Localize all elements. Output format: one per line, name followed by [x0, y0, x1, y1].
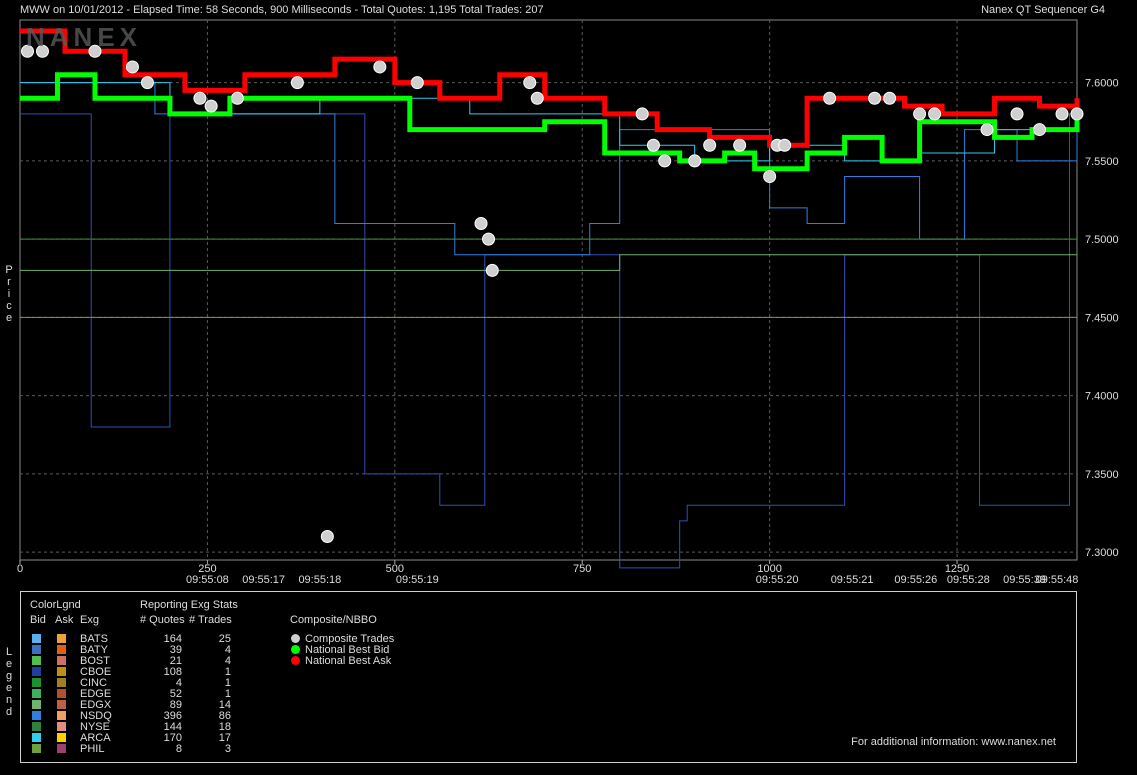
- composite-trade-point: [635, 107, 649, 121]
- watermark: NANEX: [26, 22, 143, 52]
- x-time-label: 09:55:19: [396, 574, 439, 586]
- legend-label-char: g: [5, 670, 13, 682]
- composite-trade-point: [883, 91, 897, 105]
- composite-trade-point: [410, 76, 424, 90]
- legend-ask-swatch: [57, 656, 66, 665]
- composite-trade-point: [913, 107, 927, 121]
- composite-trade-point: [646, 138, 660, 152]
- composite-trade-point: [778, 138, 792, 152]
- price-chart: 7.6000 7.5500 7.5000 7.4500 7.4000 7.3500 7.30…: [17, 19, 1119, 586]
- composite-trade-point: [140, 76, 154, 90]
- composite-trade-point: [482, 232, 496, 246]
- legend-bid-swatch: [32, 733, 41, 742]
- composite-trade-point: [474, 216, 488, 230]
- legend-composite-marker: [291, 645, 300, 654]
- legend-side-label: Legend: [3, 646, 15, 718]
- composite-trade-point: [530, 91, 544, 105]
- composite-trade-point: [980, 123, 994, 137]
- x-time-label: 09:55:17: [242, 574, 285, 586]
- legend-bid-swatch: [32, 634, 41, 643]
- x-time-label: 09:55:18: [298, 574, 341, 586]
- composite-trade-point: [230, 91, 244, 105]
- legend-bid-swatch: [32, 678, 41, 687]
- footer-note: For additional information: www.nanex.ne…: [851, 736, 1056, 748]
- legend-label-char: n: [5, 694, 13, 706]
- y-tick-label: 7.4500: [1085, 312, 1119, 324]
- composite-trade-point: [1010, 107, 1024, 121]
- composite-trade-point: [1055, 107, 1069, 121]
- composite-trade-point: [823, 91, 837, 105]
- composite-trade-point: [1070, 107, 1084, 121]
- legend-bid-swatch: [32, 645, 41, 654]
- legend-composite-header: Composite/NBBO: [290, 614, 377, 626]
- legend-panel: ColorLgnd Bid Ask Exg Reporting Exg Stat…: [20, 591, 1077, 763]
- composite-trade-point: [703, 138, 717, 152]
- x-tick-label: 0: [17, 563, 23, 575]
- composite-trade-point: [290, 76, 304, 90]
- legend-ask-swatch: [57, 733, 66, 742]
- legend-trades-header: # Trades: [189, 614, 232, 626]
- composite-trade-point: [928, 107, 942, 121]
- composite-trade-point: [193, 91, 207, 105]
- legend-bid-swatch: [32, 667, 41, 676]
- legend-label-char: L: [5, 646, 13, 658]
- composite-trade-point: [485, 263, 499, 277]
- x-tick-label: 750: [573, 563, 591, 575]
- legend-bid-header: Bid: [30, 614, 46, 626]
- legend-quotes-header: # Quotes: [140, 614, 185, 626]
- legend-ask-swatch: [57, 744, 66, 753]
- y-tick-label: 7.3000: [1085, 547, 1119, 559]
- legend-ask-swatch: [57, 711, 66, 720]
- legend-exg-header: Exg: [80, 614, 99, 626]
- legend-ask-swatch: [57, 634, 66, 643]
- composite-trade-point: [868, 91, 882, 105]
- y-tick-label: 7.5000: [1085, 234, 1119, 246]
- composite-trade-point: [523, 76, 537, 90]
- legend-bid-swatch: [32, 656, 41, 665]
- legend-bid-swatch: [32, 700, 41, 709]
- legend-composite-marker: [291, 656, 300, 665]
- legend-quotes-count: 8: [175, 743, 182, 755]
- legend-bid-swatch: [32, 744, 41, 753]
- legend-ask-header: Ask: [55, 614, 74, 626]
- legend-ask-swatch: [57, 689, 66, 698]
- composite-trade-point: [763, 170, 777, 184]
- y-tick-label: 7.6000: [1085, 78, 1119, 90]
- composite-trade-point: [688, 154, 702, 168]
- legend-bid-swatch: [32, 711, 41, 720]
- legend-label-char: d: [5, 706, 13, 718]
- composite-trade-point: [733, 138, 747, 152]
- composite-trade-point: [658, 154, 672, 168]
- legend-exg-name: PHIL: [80, 743, 105, 755]
- x-time-label: 09:55:08: [186, 574, 229, 586]
- y-tick-label: 7.3500: [1085, 469, 1119, 481]
- legend-label-char: e: [5, 658, 13, 670]
- legend-composite-label: National Best Ask: [305, 655, 392, 667]
- legend-colorlgnd-header: ColorLgnd: [30, 599, 81, 611]
- x-time-label: 09:55:28: [947, 574, 990, 586]
- x-time-label: 09:55:26: [894, 574, 937, 586]
- composite-trade-point: [125, 60, 139, 74]
- composite-trade-point: [1033, 123, 1047, 137]
- composite-trade-point: [204, 99, 218, 113]
- composite-trade-point: [320, 530, 334, 544]
- legend-ask-swatch: [57, 667, 66, 676]
- legend-label-char: e: [5, 682, 13, 694]
- legend-ask-swatch: [57, 678, 66, 687]
- legend-bid-swatch: [32, 689, 41, 698]
- composite-trade-point: [373, 60, 387, 74]
- x-time-label: 09:55:21: [831, 574, 874, 586]
- legend-stats-header: Reporting Exg Stats: [140, 599, 238, 611]
- legend-ask-swatch: [57, 722, 66, 731]
- x-time-label: 09:55:20: [756, 574, 799, 586]
- legend-bid-swatch: [32, 722, 41, 731]
- x-time-label: 09:55:48: [1036, 574, 1079, 586]
- plot-frame: [19, 19, 1078, 561]
- legend-ask-swatch: [57, 645, 66, 654]
- legend-composite-marker: [291, 634, 300, 643]
- legend-trades-count: 3: [224, 743, 231, 755]
- legend-ask-swatch: [57, 700, 66, 709]
- y-tick-label: 7.4000: [1085, 391, 1119, 403]
- y-tick-label: 7.5500: [1085, 156, 1119, 168]
